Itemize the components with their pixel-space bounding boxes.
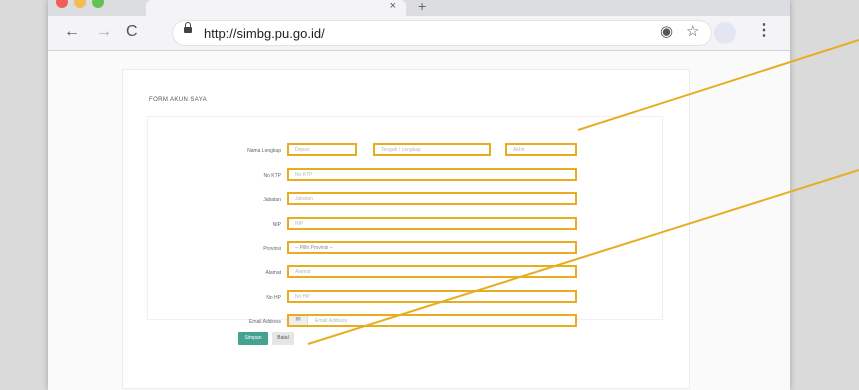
annotation-line-submit-button bbox=[307, 169, 859, 345]
annotation-line-name-fields bbox=[577, 39, 859, 131]
annotation-overlay bbox=[307, 39, 859, 345]
